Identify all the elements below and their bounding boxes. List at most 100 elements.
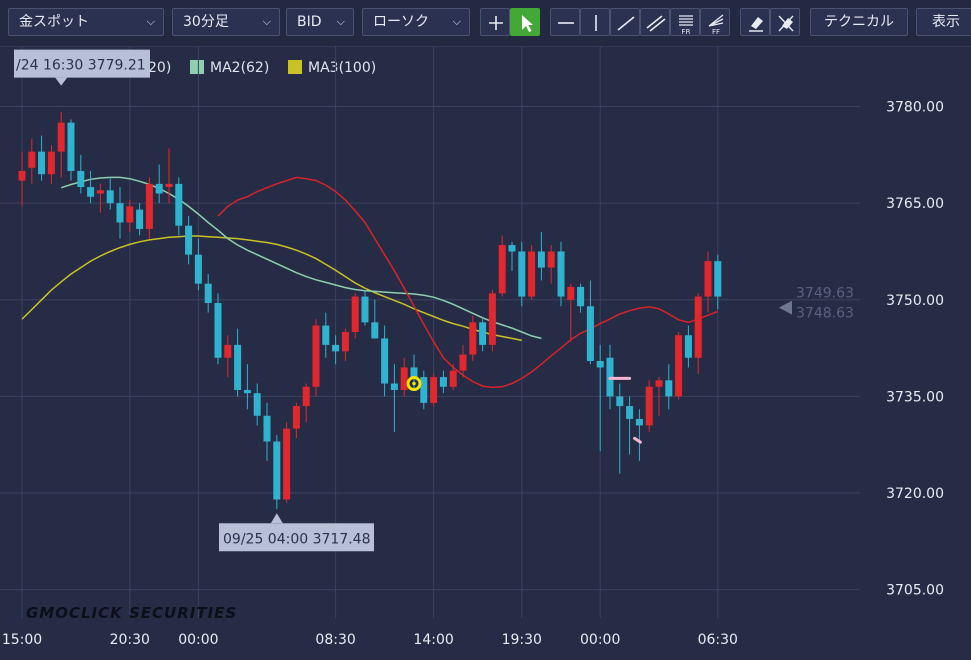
parallel-channel-button[interactable] xyxy=(640,8,670,36)
candle-body xyxy=(57,122,65,152)
candle-body xyxy=(508,245,516,252)
x-tick-label: 06:30 xyxy=(698,632,738,648)
ma2-layer xyxy=(60,176,542,340)
eraser-button[interactable] xyxy=(740,8,770,36)
price-type-select[interactable]: BID ⌵ xyxy=(286,8,354,36)
candle xyxy=(420,370,428,410)
pointer-icon xyxy=(522,15,533,32)
ma3-line xyxy=(21,235,522,342)
pointer-button[interactable] xyxy=(510,8,540,36)
x-tick-label: 00:00 xyxy=(580,632,620,648)
candle xyxy=(273,435,281,510)
candle-body xyxy=(96,190,104,194)
candle-body xyxy=(312,325,320,387)
price-axis: 3780.00 3765.00 3750.00 3735.00 3720.00 3705.… xyxy=(886,100,944,599)
vertical-line-button[interactable] xyxy=(580,8,610,36)
candle xyxy=(586,280,594,365)
candle-body xyxy=(675,335,683,397)
timeframe-select[interactable]: 30分足 ⌵ xyxy=(172,8,280,36)
candlestick-chart[interactable]: 3780.00 3765.00 3750.00 3735.00 3720.00 3705.… xyxy=(0,46,971,660)
candle-body xyxy=(616,396,624,407)
candle xyxy=(155,164,163,204)
x-tick-label: 00:00 xyxy=(178,632,218,648)
candle-body xyxy=(106,190,114,204)
candle xyxy=(145,177,153,239)
candle-body xyxy=(292,406,300,429)
candle-body xyxy=(381,338,389,384)
trend-line-icon xyxy=(617,16,635,31)
candle xyxy=(224,335,232,378)
candle xyxy=(557,241,565,307)
candle-body xyxy=(665,380,673,397)
price-type-select-label: BID xyxy=(297,14,322,30)
candle-body xyxy=(596,360,604,368)
drawn-marks-layer xyxy=(406,376,642,444)
candle-body xyxy=(390,383,398,390)
ma1-line xyxy=(217,176,719,389)
x-tick-label: 08:30 xyxy=(315,632,355,648)
candle xyxy=(704,251,712,313)
candle xyxy=(57,111,65,178)
chevron-down-icon: ⌵ xyxy=(146,15,155,28)
candle xyxy=(390,364,398,432)
chart-style-select[interactable]: ローソク ⌵ xyxy=(362,8,470,36)
candle-body xyxy=(126,206,134,223)
chevron-down-icon: ⌵ xyxy=(336,15,345,28)
y-tick-label: 3735.00 xyxy=(886,389,944,405)
erase-all-icon xyxy=(778,15,794,32)
technical-button[interactable]: テクニカル xyxy=(810,8,908,36)
horizontal-line-button[interactable] xyxy=(550,8,580,36)
trend-line-button[interactable] xyxy=(610,8,640,36)
fibonacci-retracement-icon: FR xyxy=(679,15,693,36)
candle xyxy=(292,402,300,439)
candle xyxy=(47,145,55,184)
candle xyxy=(694,293,702,374)
candle xyxy=(577,283,585,313)
candle-body xyxy=(77,170,85,188)
candle xyxy=(194,238,202,291)
candle xyxy=(479,319,487,352)
candle-body xyxy=(185,225,193,255)
candle-body xyxy=(116,203,124,223)
candle xyxy=(665,364,673,410)
candle-body xyxy=(439,377,447,387)
candle xyxy=(341,328,349,361)
candle-body xyxy=(635,418,643,426)
candle xyxy=(400,357,408,397)
candle-body xyxy=(528,251,536,297)
candle-body xyxy=(361,296,369,323)
candle-body xyxy=(283,428,291,500)
ma2-line xyxy=(60,176,542,340)
symbol-select[interactable]: 金スポット ⌵ xyxy=(8,8,164,36)
candle xyxy=(322,312,330,358)
candle xyxy=(126,199,134,233)
erase-all-button[interactable] xyxy=(770,8,800,36)
candle-body xyxy=(204,283,212,304)
candle xyxy=(449,364,457,390)
candle-body xyxy=(557,251,565,297)
candle-body xyxy=(518,251,526,297)
eraser-icon xyxy=(749,17,763,32)
fibonacci-fan-button[interactable]: FF xyxy=(700,8,730,36)
low-label-pointer xyxy=(270,513,283,524)
y-tick-label: 3750.00 xyxy=(886,293,944,309)
crosshair-button[interactable] xyxy=(480,8,510,36)
candle-body xyxy=(420,377,428,403)
timeframe-select-label: 30分足 xyxy=(183,14,229,30)
candle xyxy=(136,203,144,236)
candle-body xyxy=(87,187,95,197)
candle-body xyxy=(224,344,232,358)
candle xyxy=(714,254,722,310)
display-button[interactable]: 表示 xyxy=(916,8,971,36)
candle xyxy=(537,232,545,281)
horizontal-line-icon xyxy=(558,22,574,24)
candle-body xyxy=(273,441,281,500)
candle xyxy=(635,409,643,461)
candle xyxy=(351,293,359,339)
y-tick-label: 3720.00 xyxy=(886,486,944,502)
candle-body xyxy=(547,251,555,268)
candles-layer xyxy=(18,111,722,510)
candle xyxy=(626,396,634,455)
fibonacci-retracement-button[interactable]: FR xyxy=(670,8,700,36)
candle xyxy=(243,364,251,410)
